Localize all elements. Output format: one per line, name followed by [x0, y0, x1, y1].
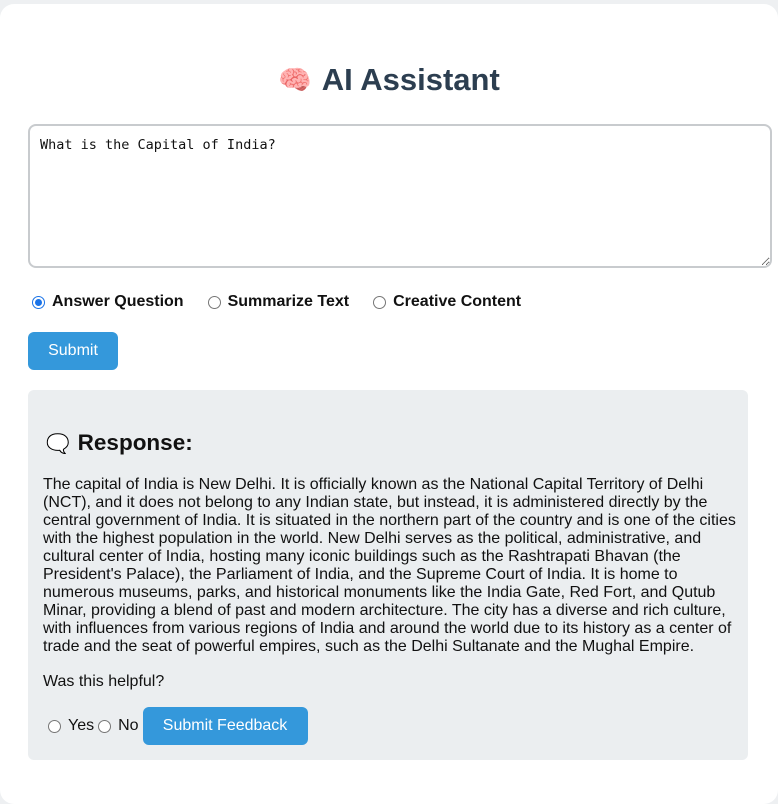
submit-feedback-button[interactable]: Submit Feedback: [142, 707, 308, 745]
feedback-yes-label: Yes: [68, 717, 95, 734]
feedback-no[interactable]: No: [98, 717, 139, 735]
response-text: The capital of India is New Delhi. It is…: [43, 476, 736, 655]
assistant-card: 🧠 AI Assistant What is the Capital of Ind…: [0, 4, 778, 804]
radio-no[interactable]: [98, 719, 112, 733]
page-title: 🧠 AI Assistant: [0, 60, 778, 100]
feedback-question: Was this helpful?: [43, 673, 165, 690]
mode-label: Summarize Text: [227, 293, 350, 310]
brain-icon: 🧠: [278, 65, 312, 95]
feedback-no-label: No: [118, 717, 139, 734]
mode-answer-question[interactable]: Answer Question: [32, 293, 184, 311]
speech-bubble-icon: 🗨️: [46, 434, 70, 455]
prompt-input[interactable]: What is the Capital of India?: [28, 124, 772, 268]
radio-creative-content[interactable]: [373, 295, 387, 309]
mode-creative-content[interactable]: Creative Content: [373, 293, 521, 311]
submit-button[interactable]: Submit: [28, 332, 118, 370]
feedback-yes[interactable]: Yes: [48, 717, 94, 735]
radio-answer-question[interactable]: [32, 295, 45, 309]
mode-summarize-text[interactable]: Summarize Text: [207, 293, 350, 311]
mode-label: Answer Question: [52, 293, 184, 310]
feedback-row: Yes No Submit Feedback: [48, 707, 308, 745]
mode-label: Creative Content: [393, 293, 522, 310]
response-panel: 🗨️ Response: The capital of India is New …: [28, 390, 748, 760]
radio-yes[interactable]: [48, 719, 61, 733]
page-title-text: AI Assistant: [321, 62, 500, 97]
response-title: Response:: [77, 430, 193, 455]
response-heading: 🗨️ Response:: [46, 428, 193, 460]
mode-selector: Answer Question Summarize Text Creative …: [32, 292, 545, 312]
radio-summarize-text[interactable]: [207, 295, 221, 309]
